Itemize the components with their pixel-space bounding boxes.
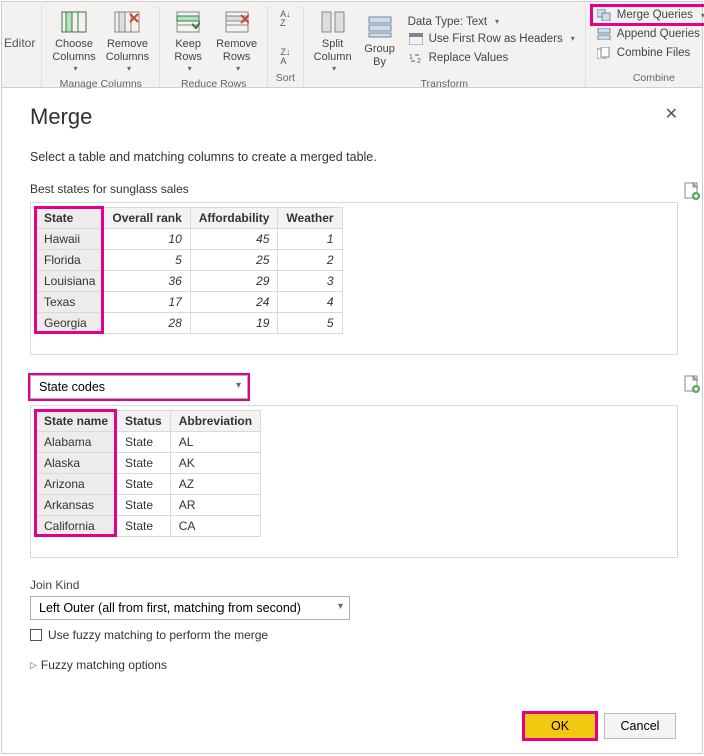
sort-desc-icon: Z↓A [278, 46, 292, 68]
combine-files-icon [596, 45, 612, 61]
table-row[interactable]: Georgia28195 [36, 313, 343, 334]
editor-tab-label: Editor [2, 6, 42, 87]
join-kind-label: Join Kind [30, 578, 678, 592]
dialog-description: Select a table and matching columns to c… [30, 150, 678, 164]
column-header[interactable]: Weather [278, 208, 342, 229]
table1-preview[interactable]: StateOverall rankAffordabilityWeatherHaw… [35, 207, 343, 334]
ok-button[interactable]: OK [524, 713, 596, 739]
split-column-icon [319, 8, 347, 36]
split-column-button[interactable]: Split Column▾ [310, 6, 356, 76]
ribbon: Editor Choose Columns▾ Remove Columns▾ M… [2, 2, 702, 88]
table-row[interactable]: Florida5252 [36, 250, 343, 271]
column-header[interactable]: Status [117, 411, 171, 432]
merge-icon [596, 7, 612, 23]
column-header[interactable]: Abbreviation [170, 411, 260, 432]
ribbon-group-transform: Split Column▾ Group By Data Type: Text▾ … [304, 6, 586, 87]
table-row[interactable]: Texas17244 [36, 292, 343, 313]
remove-columns-button[interactable]: Remove Columns▾ [102, 6, 153, 76]
new-query-icon[interactable] [684, 182, 700, 198]
ribbon-group-combine: Merge Queries▾ Append Queries▾ Combine F… [586, 6, 704, 87]
merge-queries-button[interactable]: Merge Queries▾ [592, 6, 704, 24]
svg-text:1: 1 [409, 54, 413, 61]
sort-desc-button[interactable]: Z↓A [274, 44, 296, 70]
combine-files-button[interactable]: Combine Files [592, 44, 695, 62]
data-type-button[interactable]: Data Type: Text▾ [404, 15, 504, 29]
append-icon [596, 26, 612, 42]
append-queries-button[interactable]: Append Queries▾ [592, 25, 704, 43]
column-header[interactable]: Affordability [190, 208, 278, 229]
replace-values-button[interactable]: 12 Replace Values [404, 49, 513, 67]
table2-preview[interactable]: State nameStatusAbbreviationAlabamaState… [35, 410, 261, 537]
keep-rows-button[interactable]: Keep Rows▾ [166, 6, 210, 76]
replace-values-icon: 12 [408, 50, 424, 66]
expand-triangle-icon: ▷ [30, 660, 37, 671]
table2-select[interactable]: State codes [30, 375, 248, 399]
cancel-button[interactable]: Cancel [604, 713, 676, 739]
remove-rows-button[interactable]: Remove Rows▾ [212, 6, 261, 76]
table1-label: Best states for sunglass sales [30, 182, 678, 196]
checkbox-icon [30, 629, 42, 641]
dialog-title: Merge [30, 104, 678, 130]
table-row[interactable]: Louisiana36293 [36, 271, 343, 292]
join-kind-select[interactable]: Left Outer (all from first, matching fro… [30, 596, 350, 620]
choose-columns-icon [60, 8, 88, 36]
remove-rows-icon [223, 8, 251, 36]
table-row[interactable]: Hawaii10451 [36, 229, 343, 250]
table-row[interactable]: AlaskaStateAK [36, 453, 261, 474]
keep-rows-icon [174, 8, 202, 36]
column-header[interactable]: State name [36, 411, 117, 432]
use-first-row-headers-button[interactable]: Use First Row as Headers▾ [404, 30, 579, 48]
table-header-icon [408, 31, 424, 47]
sort-asc-button[interactable]: A↓Z [274, 6, 297, 32]
column-header[interactable]: Overall rank [104, 208, 190, 229]
group-by-button[interactable]: Group By [358, 11, 402, 71]
table-row[interactable]: ArizonaStateAZ [36, 474, 261, 495]
new-query-icon-2[interactable] [684, 375, 700, 391]
choose-columns-button[interactable]: Choose Columns▾ [48, 6, 99, 76]
column-header[interactable]: State [36, 208, 104, 229]
table-row[interactable]: ArkansasStateAR [36, 495, 261, 516]
fuzzy-matching-checkbox[interactable]: Use fuzzy matching to perform the merge [30, 628, 678, 642]
sort-asc-icon: A↓Z [278, 8, 293, 30]
table-row[interactable]: CaliforniaStateCA [36, 516, 261, 537]
ribbon-group-sort: A↓Z Z↓A Sort [268, 6, 304, 87]
table-row[interactable]: AlabamaStateAL [36, 432, 261, 453]
ribbon-group-manage-columns: Choose Columns▾ Remove Columns▾ Manage C… [42, 6, 160, 87]
svg-text:2: 2 [417, 58, 421, 64]
group-by-icon [366, 13, 394, 41]
ribbon-group-reduce-rows: Keep Rows▾ Remove Rows▾ Reduce Rows [160, 6, 268, 87]
fuzzy-options-expander[interactable]: ▷ Fuzzy matching options [30, 658, 678, 672]
remove-columns-icon [113, 8, 141, 36]
merge-dialog: ✕ Merge Select a table and matching colu… [2, 88, 702, 690]
close-button[interactable]: ✕ [659, 102, 684, 126]
